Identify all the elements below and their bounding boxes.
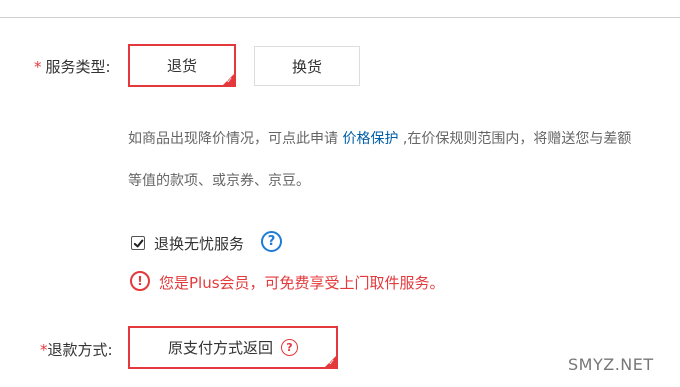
service-option-exchange[interactable]: 换货 [254, 46, 360, 86]
refund-option-original-payment[interactable]: 原支付方式返回 ? ✓ [128, 326, 338, 369]
help-icon[interactable]: ? [261, 231, 282, 252]
checkmark-icon [133, 239, 143, 247]
worry-free-label: 退换无忧服务 [154, 235, 245, 253]
warning-icon: ! [130, 271, 150, 291]
check-icon: ✓ [328, 358, 335, 367]
plus-member-notice: 您是Plus会员，可免费享受上门取件服务。 [159, 274, 445, 292]
required-mark: * [34, 58, 42, 76]
price-protection-link[interactable]: 价格保护 [342, 131, 398, 147]
service-type-label: * 服务类型: [34, 58, 111, 76]
worry-free-checkbox[interactable] [131, 236, 145, 250]
check-icon: ✓ [226, 76, 233, 85]
top-divider [0, 17, 680, 18]
service-option-return[interactable]: 退货 ✓ [128, 44, 236, 87]
refund-method-label: *退款方式: [40, 341, 113, 359]
price-protection-description: 如商品出现降价情况，可点此申请 价格保护 ,在价保规则范围内，将赠送您与差额 [128, 131, 632, 147]
required-mark: * [40, 341, 48, 359]
help-icon[interactable]: ? [281, 339, 298, 356]
description-line-2: 等值的款项、或京券、京豆。 [128, 173, 310, 189]
watermark: SMYZ.NET [568, 355, 654, 374]
